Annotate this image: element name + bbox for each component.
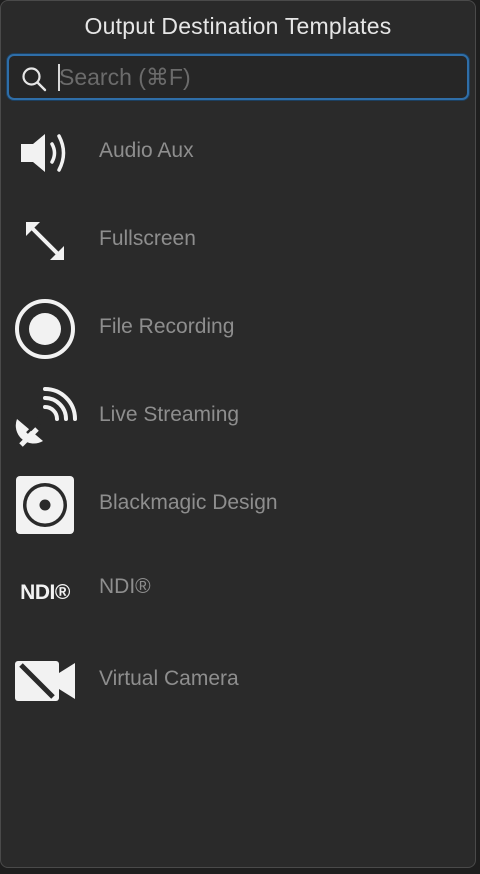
search-icon [22, 67, 47, 92]
search-field[interactable] [7, 54, 469, 100]
item-label: Audio Aux [99, 139, 194, 162]
ndi-icon-text: NDI® [20, 581, 70, 604]
item-label: Fullscreen [99, 227, 196, 250]
item-label: NDI® [99, 575, 151, 598]
panel-title: Output Destination Templates [84, 13, 392, 39]
text-caret [58, 64, 60, 91]
output-destination-templates-panel: Output Destination Templates Audio Aux [0, 0, 476, 868]
search-input[interactable] [57, 62, 459, 92]
list-item-fullscreen[interactable]: Fullscreen [1, 197, 477, 285]
record-icon [11, 299, 79, 359]
fullscreen-arrows-icon [11, 211, 79, 271]
blackmagic-icon [11, 475, 79, 535]
list-item-virtual-camera[interactable]: Virtual Camera [1, 637, 477, 725]
ndi-icon: NDI® [11, 563, 79, 623]
list-item-ndi[interactable]: NDI® NDI® [1, 549, 477, 637]
item-label: Blackmagic Design [99, 491, 278, 514]
list-item-blackmagic-design[interactable]: Blackmagic Design [1, 461, 477, 549]
satellite-dish-icon [11, 387, 79, 447]
item-label: Virtual Camera [99, 667, 239, 690]
item-label: Live Streaming [99, 403, 240, 426]
speaker-icon [11, 123, 79, 183]
list-item-audio-aux[interactable]: Audio Aux [1, 109, 477, 197]
list-item-file-recording[interactable]: File Recording [1, 285, 477, 373]
item-label: File Recording [99, 315, 235, 338]
list-item-live-streaming[interactable]: Live Streaming [1, 373, 477, 461]
virtual-camera-icon [11, 651, 79, 711]
